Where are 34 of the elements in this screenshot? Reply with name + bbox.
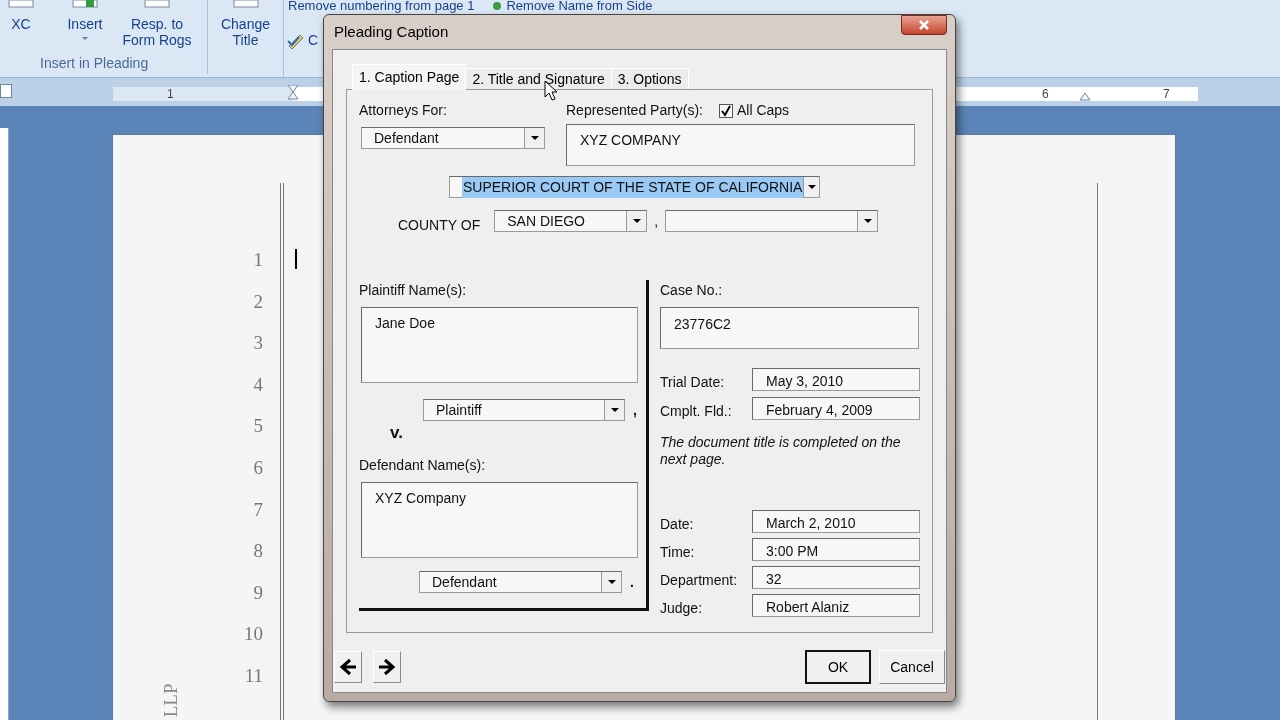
field-label: Case No.:	[660, 281, 724, 300]
field-label: Judge:	[660, 599, 704, 618]
line-number: 8	[253, 539, 263, 564]
line-number: 11	[244, 663, 263, 688]
field-label: COUNTY OF	[398, 216, 481, 235]
line-number: 10	[244, 622, 263, 647]
field-label: Cmplt. Fld.:	[660, 402, 733, 421]
line-number: 3	[253, 331, 263, 356]
note-text: The document title is completed on the next page.	[660, 434, 902, 468]
line-number: 4	[253, 372, 263, 397]
separator-text: ,	[633, 401, 637, 420]
field-label: Time:	[660, 543, 696, 562]
window-title: Pleading Caption	[334, 21, 449, 42]
ruler-number: 1	[167, 86, 174, 103]
line-number: 2	[253, 289, 263, 314]
group-label: Insert in Pleading	[39, 54, 150, 73]
field-label: Trial Date:	[660, 373, 726, 392]
separator-text: .	[630, 573, 634, 592]
line-number: 9	[253, 580, 263, 605]
separator-text: ,	[654, 212, 659, 231]
line-number: 1	[253, 248, 263, 272]
ruler-number: 7	[1163, 86, 1170, 103]
field-label: Department:	[660, 571, 739, 590]
versus-text: v.	[390, 423, 403, 443]
side-text: LLP	[158, 683, 182, 718]
field-label: Plaintiff Name(s):	[359, 281, 468, 300]
field-label: Defendant Name(s):	[359, 456, 487, 475]
field-label: Attorneys For:	[359, 101, 448, 120]
field-label: Represented Party(s):	[566, 101, 703, 120]
line-number: 5	[253, 414, 263, 439]
ruler-number: 6	[1042, 86, 1049, 103]
line-number: 7	[253, 497, 263, 522]
field-label: Date:	[660, 515, 695, 534]
line-number: 6	[253, 455, 263, 480]
